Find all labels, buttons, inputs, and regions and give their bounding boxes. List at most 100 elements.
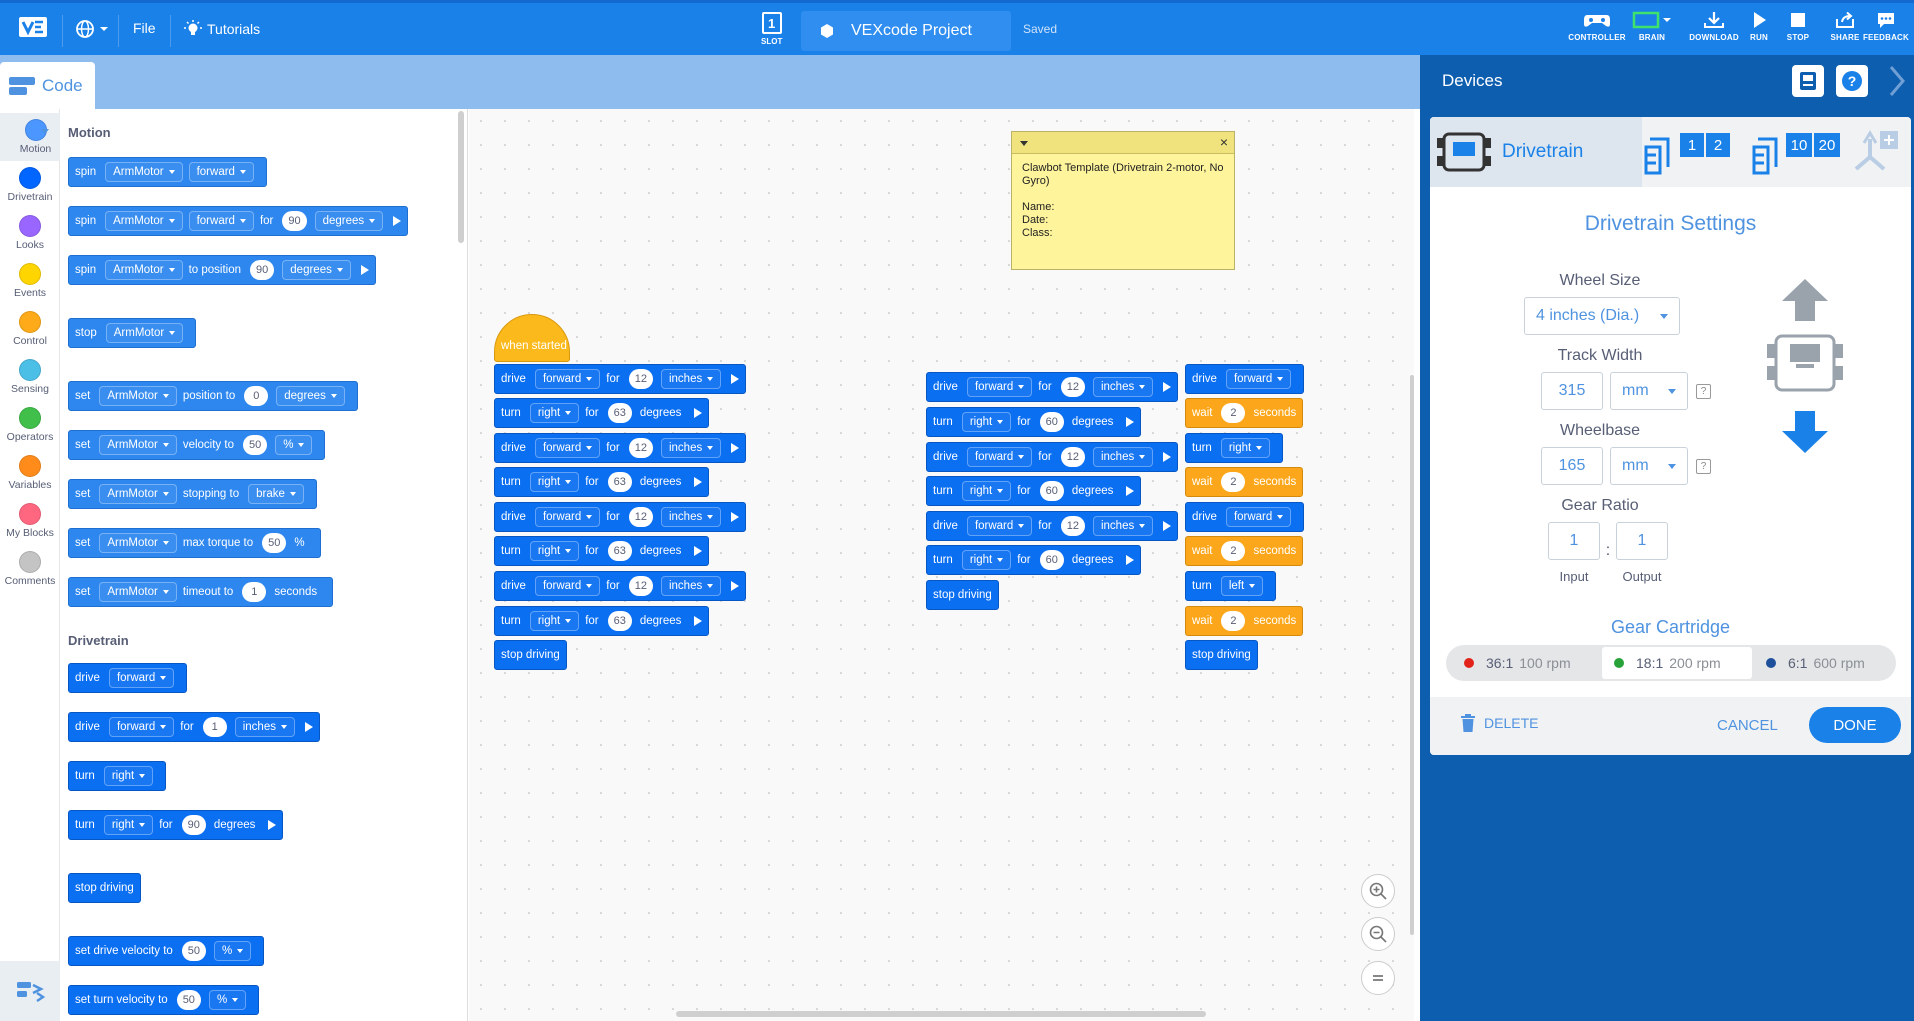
zoom-in-button[interactable] <box>1361 874 1395 908</box>
unit-dropdown[interactable]: inches <box>660 507 722 527</box>
help-button[interactable]: ? <box>1836 65 1868 97</box>
motor-dropdown[interactable]: ArmMotor <box>99 386 177 406</box>
wheelbase-unit-select[interactable]: mm <box>1610 447 1688 485</box>
number-input[interactable]: 63 <box>607 611 632 631</box>
block-set-stopping[interactable]: set ArmMotor stopping to brake <box>68 479 317 509</box>
project-name-field[interactable]: VEXcode Project <box>801 11 1011 51</box>
motor-dropdown[interactable]: ArmMotor <box>105 323 184 343</box>
turn-direction-dropdown[interactable]: right <box>103 815 154 835</box>
number-input[interactable]: 50 <box>176 990 201 1010</box>
script-block-turn[interactable]: turn right for 60 degrees <box>926 476 1142 506</box>
number-input[interactable]: 90 <box>282 211 307 231</box>
turn-direction-dropdown[interactable]: right <box>529 403 580 423</box>
script-block-drive[interactable]: drive forward <box>1185 364 1305 394</box>
category-drivetrain[interactable]: Drivetrain <box>0 161 60 209</box>
block-set-turn-velocity[interactable]: set turn velocity to 50% <box>68 985 260 1015</box>
script-block-drive[interactable]: drive forward <box>1185 502 1305 532</box>
turn-direction-dropdown[interactable]: right <box>961 481 1012 501</box>
turn-direction-dropdown[interactable]: right <box>103 766 154 786</box>
feedback-button[interactable]: FEEDBACK <box>1858 11 1914 42</box>
category-motion[interactable]: Motion <box>0 113 60 161</box>
direction-dropdown[interactable]: forward <box>1225 507 1292 527</box>
block-set-timeout[interactable]: set ArmMotor timeout to 1 seconds <box>68 577 334 607</box>
unit-dropdown[interactable]: inches <box>1092 447 1154 467</box>
zoom-reset-button[interactable] <box>1361 961 1395 995</box>
script-block-stop-driving[interactable]: stop driving <box>1185 640 1258 670</box>
brain-device-button[interactable] <box>1792 65 1824 97</box>
gear-input-field[interactable]: 1 <box>1548 522 1600 560</box>
motor-ports-left[interactable]: 1 2 <box>1642 129 1732 175</box>
direction-dropdown[interactable]: forward <box>534 576 601 596</box>
motor-dropdown[interactable]: ArmMotor <box>99 484 177 504</box>
script-block-stop-driving[interactable]: stop driving <box>494 640 567 670</box>
direction-dropdown[interactable]: forward <box>108 668 175 688</box>
unit-dropdown[interactable]: % <box>275 435 313 455</box>
category-looks[interactable]: Looks <box>0 209 60 257</box>
script-block-drive[interactable]: drive forward for 12 inches <box>926 372 1179 402</box>
block-set-velocity[interactable]: set ArmMotor velocity to 50% <box>68 430 326 460</box>
number-input[interactable]: 90 <box>250 260 275 280</box>
direction-dropdown[interactable]: forward <box>966 447 1033 467</box>
unit-dropdown[interactable]: % <box>214 941 252 961</box>
script-block-wait[interactable]: wait 2 seconds <box>1185 398 1304 428</box>
chevron-right-icon[interactable] <box>1886 64 1906 98</box>
close-icon[interactable]: × <box>1220 134 1228 150</box>
script-block-wait[interactable]: wait 2 seconds <box>1185 536 1304 566</box>
track-width-input[interactable]: 315 <box>1541 372 1603 410</box>
motor-dropdown[interactable]: ArmMotor <box>105 162 183 182</box>
motor-dropdown[interactable]: ArmMotor <box>105 260 183 280</box>
wheel-size-select[interactable]: 4 inches (Dia.) <box>1524 297 1680 335</box>
motor-dropdown[interactable]: ArmMotor <box>105 211 183 231</box>
unit-dropdown[interactable]: inches <box>660 369 722 389</box>
arrow-up-icon[interactable] <box>1780 277 1830 323</box>
number-input[interactable]: 63 <box>607 541 632 561</box>
tutorials-button[interactable]: Tutorials <box>184 20 260 38</box>
number-input[interactable]: 12 <box>628 438 653 458</box>
motor-ports-right[interactable]: 10 20 <box>1750 129 1840 175</box>
cartridge-option-36-1[interactable]: 36:1 100 rpm <box>1456 647 1608 679</box>
direction-dropdown[interactable]: forward <box>188 162 254 182</box>
turn-direction-dropdown[interactable]: right <box>529 611 580 631</box>
number-input[interactable]: 63 <box>607 472 632 492</box>
number-input[interactable]: 2 <box>1221 541 1246 561</box>
turn-direction-dropdown[interactable]: right <box>529 472 580 492</box>
script-block-drive[interactable]: drive forward for 12 inches <box>926 511 1179 541</box>
brake-dropdown[interactable]: brake <box>248 484 304 504</box>
category-comments[interactable]: Comments <box>0 545 60 593</box>
unit-dropdown[interactable]: inches <box>1092 377 1154 397</box>
script-block-turn[interactable]: turn right for 60 degrees <box>926 545 1142 575</box>
script-block-wait[interactable]: wait 2 seconds <box>1185 467 1304 497</box>
block-spin-to-position[interactable]: spin ArmMotor to position 90 degrees <box>68 255 376 285</box>
number-input[interactable]: 2 <box>1221 472 1246 492</box>
slot-selector[interactable]: 1 SLOT <box>761 12 782 46</box>
block-set-position[interactable]: set ArmMotor position to 0 degrees <box>68 381 358 411</box>
number-input[interactable]: 12 <box>628 507 653 527</box>
cartridge-option-6-1[interactable]: 6:1 600 rpm <box>1754 647 1894 679</box>
wheelbase-input[interactable]: 165 <box>1541 447 1603 485</box>
direction-dropdown[interactable]: forward <box>534 369 601 389</box>
block-turn[interactable]: turn right <box>68 761 167 791</box>
number-input[interactable]: 50 <box>181 941 207 961</box>
category-control[interactable]: Control <box>0 305 60 353</box>
code-tab[interactable]: Code <box>0 62 95 109</box>
motor-dropdown[interactable]: ArmMotor <box>99 582 177 602</box>
number-input[interactable]: 12 <box>628 576 653 596</box>
number-input[interactable]: 90 <box>181 815 206 835</box>
script-block-drive[interactable]: drive forward for 12 inches <box>494 571 747 601</box>
cartridge-option-18-1[interactable]: 18:1 200 rpm <box>1602 647 1752 679</box>
unit-dropdown[interactable]: inches <box>234 717 295 737</box>
drivetrain-device-tab[interactable]: Drivetrain <box>1430 117 1642 187</box>
language-globe-icon[interactable] <box>76 19 110 39</box>
number-input[interactable]: 2 <box>1221 611 1246 631</box>
direction-dropdown[interactable]: forward <box>534 507 601 527</box>
track-width-help-icon[interactable]: ? <box>1696 384 1711 399</box>
gyro-add-icon[interactable] <box>1850 129 1902 177</box>
number-input[interactable]: 2 <box>1221 403 1246 423</box>
wheelbase-help-icon[interactable]: ? <box>1696 459 1711 474</box>
number-input[interactable]: 0 <box>244 386 269 406</box>
track-width-unit-select[interactable]: mm <box>1610 372 1688 410</box>
unit-dropdown[interactable]: degrees <box>314 211 384 231</box>
number-input[interactable]: 60 <box>1039 412 1064 432</box>
script-block-drive[interactable]: drive forward for 12 inches <box>494 502 747 532</box>
number-input[interactable]: 1 <box>202 717 227 737</box>
